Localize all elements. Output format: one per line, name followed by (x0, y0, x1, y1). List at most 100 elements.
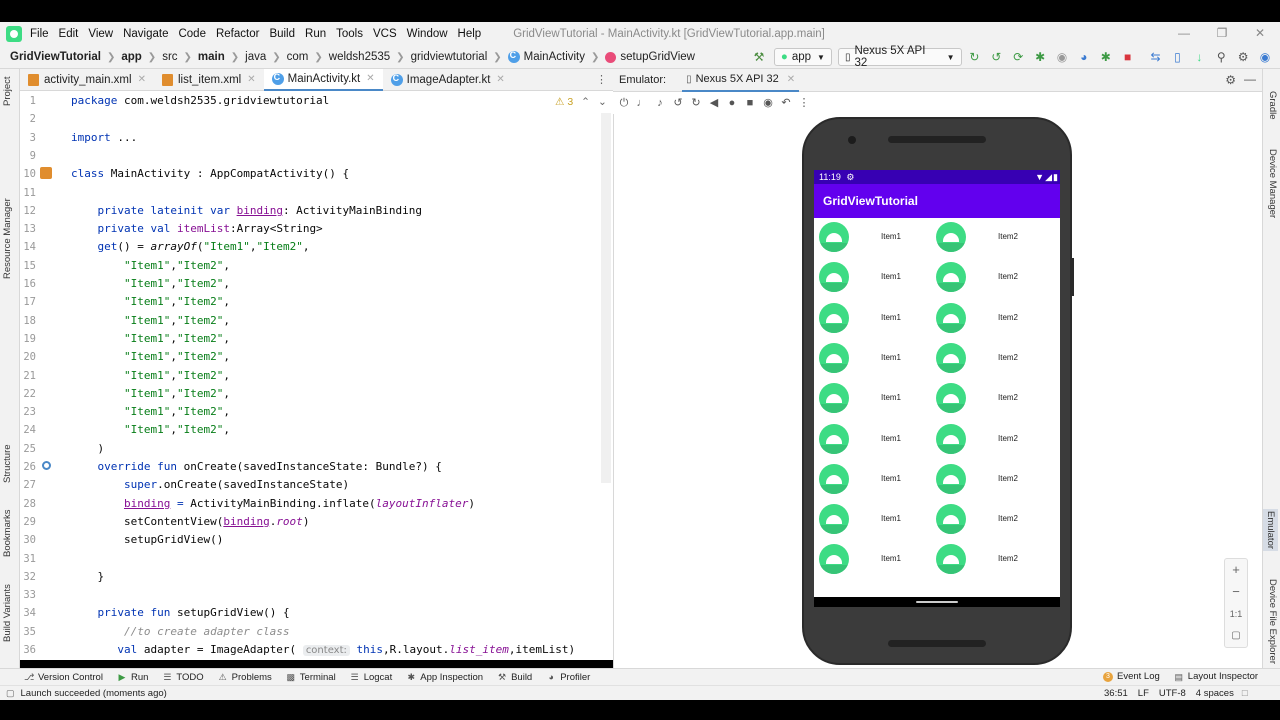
code-line[interactable]: 17 "Item1","Item2", (20, 293, 613, 311)
gesture-handle[interactable] (916, 601, 958, 603)
more-tabs-icon[interactable]: ⋮ (596, 73, 607, 86)
menu-code[interactable]: Code (178, 28, 206, 40)
todo-tool-button[interactable]: ☰ TODO (162, 672, 203, 683)
crumb-app[interactable]: app (121, 51, 141, 63)
code-line[interactable]: 3 import ... (20, 129, 613, 147)
search-icon[interactable]: ⚲ (1214, 50, 1228, 64)
close-window-icon[interactable]: ✕ (1252, 26, 1268, 40)
restore-icon[interactable]: ❐ (1214, 26, 1230, 40)
device-select[interactable]: ▯ Nexus 5X API 32 ▼ (837, 45, 962, 69)
code-line[interactable]: 25 ) (20, 440, 613, 458)
close-icon[interactable]: ✕ (247, 74, 255, 85)
grid-item[interactable]: Item1 (814, 420, 934, 460)
crumb-src[interactable]: src (162, 51, 177, 63)
apply-code-changes-icon[interactable]: ⟳ (1011, 50, 1025, 64)
grid-item[interactable]: Item1 (814, 339, 934, 379)
code-line[interactable]: 34 private fun setupGridView() { (20, 604, 613, 622)
crumb-java[interactable]: java (245, 51, 266, 63)
menu-run[interactable]: Run (305, 28, 326, 40)
crumb-project[interactable]: GridViewTutorial (10, 51, 101, 63)
code-line[interactable]: 18 "Item1","Item2", (20, 312, 613, 330)
project-tool-button[interactable]: Project (2, 76, 13, 106)
run-tool-button[interactable]: ▶ Run (117, 672, 148, 683)
code-line[interactable]: 29 setContentView(binding.root) (20, 513, 613, 531)
device-manager-tool-button[interactable]: Device Manager (1267, 149, 1278, 218)
tab-activity-main-xml[interactable]: activity_main.xml ✕ (20, 69, 154, 91)
code-line[interactable]: 12 private lateinit var binding: Activit… (20, 202, 613, 220)
chevron-up-icon[interactable]: ⌃ (581, 96, 590, 108)
grid-item[interactable]: Item1 (814, 258, 934, 298)
code-line[interactable]: 21 "Item1","Item2", (20, 367, 613, 385)
grid-item[interactable]: Item2 (931, 218, 1051, 258)
structure-tool-button[interactable]: Structure (2, 444, 13, 483)
apply-changes-icon[interactable]: ↺ (989, 50, 1003, 64)
code-line[interactable]: 11 (20, 184, 613, 202)
code-line[interactable]: 36 val adapter = ImageAdapter( context: … (20, 641, 613, 659)
rotate-right-icon[interactable]: ↻ (689, 96, 703, 110)
grid-item[interactable]: Item2 (931, 299, 1051, 339)
grid-item[interactable]: Item2 (931, 258, 1051, 298)
profiler-tool-button[interactable]: ◕ Profiler (546, 672, 591, 683)
grid-item[interactable]: Item1 (814, 460, 934, 500)
line-separator[interactable]: LF (1138, 688, 1149, 699)
crumb-gridviewtutorial[interactable]: gridviewtutorial (411, 51, 488, 63)
menu-vcs[interactable]: VCS (373, 28, 397, 40)
code-line[interactable]: 2 (20, 110, 613, 128)
version-control-button[interactable]: ⎇ Version Control (24, 672, 103, 683)
debug-icon[interactable]: ✱ (1033, 50, 1047, 64)
menu-view[interactable]: View (88, 28, 113, 40)
close-icon[interactable]: ✕ (787, 74, 795, 85)
run-config-select[interactable]: ● app ▼ (773, 48, 832, 66)
lock-icon[interactable]: □ (1242, 688, 1248, 699)
device-file-explorer-tool-button[interactable]: Device File Explorer (1267, 579, 1278, 664)
code-line[interactable]: 13 private val itemList:Array<String> (20, 220, 613, 238)
menu-refactor[interactable]: Refactor (216, 28, 259, 40)
crumb-main[interactable]: main (198, 51, 225, 63)
code-editor[interactable]: 1 package com.weldsh2535.gridviewtutorial… (20, 91, 613, 660)
code-line[interactable]: 10 class MainActivity : AppCompatActivity… (20, 165, 613, 183)
snapshot-icon[interactable]: ↶ (779, 96, 793, 110)
event-log-button[interactable]: 3 Event Log (1103, 671, 1160, 682)
editor-scrollbar[interactable] (601, 113, 611, 483)
code-line[interactable]: 27 super.onCreate(savedInstanceState) (20, 476, 613, 494)
file-encoding[interactable]: UTF-8 (1159, 688, 1186, 699)
code-line[interactable]: 22 "Item1","Item2", (20, 385, 613, 403)
grid-item[interactable]: Item2 (931, 500, 1051, 540)
sync-gradle-icon[interactable]: ⇆ (1149, 50, 1163, 64)
problems-tool-button[interactable]: ⚠ Problems (218, 672, 272, 683)
more-icon[interactable]: ⋮ (797, 96, 811, 110)
profile-icon[interactable]: ◕ (1077, 50, 1091, 64)
build-variants-tool-button[interactable]: Build Variants (2, 584, 13, 642)
minimize-icon[interactable]: — (1176, 26, 1192, 40)
code-line[interactable]: 31 (20, 550, 613, 568)
code-line[interactable]: 33 (20, 586, 613, 604)
code-line[interactable]: 35 //to create adapter class (20, 623, 613, 641)
close-icon[interactable]: ✕ (496, 74, 504, 85)
code-line[interactable]: 28 binding = ActivityMainBinding.inflate… (20, 495, 613, 513)
coverage-icon[interactable]: ◉ (1055, 50, 1069, 64)
hammer-icon[interactable]: ⚒ (752, 50, 766, 64)
code-line[interactable]: 19 "Item1","Item2", (20, 330, 613, 348)
tab-list-item-xml[interactable]: list_item.xml ✕ (154, 69, 264, 91)
grid-item[interactable]: Item2 (931, 420, 1051, 460)
grid-item[interactable]: Item2 (931, 460, 1051, 500)
menu-navigate[interactable]: Navigate (123, 28, 168, 40)
zoom-out-icon[interactable]: − (1225, 581, 1247, 603)
layout-gutter-icon[interactable] (40, 167, 52, 179)
account-icon[interactable]: ◉ (1258, 50, 1272, 64)
code-line[interactable]: 1 package com.weldsh2535.gridviewtutorial (20, 92, 613, 110)
grid-item[interactable]: Item2 (931, 379, 1051, 419)
code-line[interactable]: 32 } (20, 568, 613, 586)
emulator-tool-button[interactable]: Emulator (1263, 509, 1278, 552)
actual-size-icon[interactable]: 1:1 (1225, 603, 1247, 625)
terminal-tool-button[interactable]: ▩ Terminal (286, 672, 336, 683)
grid-item[interactable]: Item2 (931, 339, 1051, 379)
code-line[interactable]: 20 "Item1","Item2", (20, 348, 613, 366)
volume-down-icon[interactable]: ♪ (653, 96, 667, 110)
menu-file[interactable]: File (30, 28, 49, 40)
grid-item[interactable]: Item2 (931, 540, 1051, 580)
grid-item[interactable]: Item1 (814, 379, 934, 419)
menu-edit[interactable]: Edit (59, 28, 79, 40)
resource-manager-tool-button[interactable]: Resource Manager (2, 198, 13, 279)
menu-window[interactable]: Window (407, 28, 448, 40)
